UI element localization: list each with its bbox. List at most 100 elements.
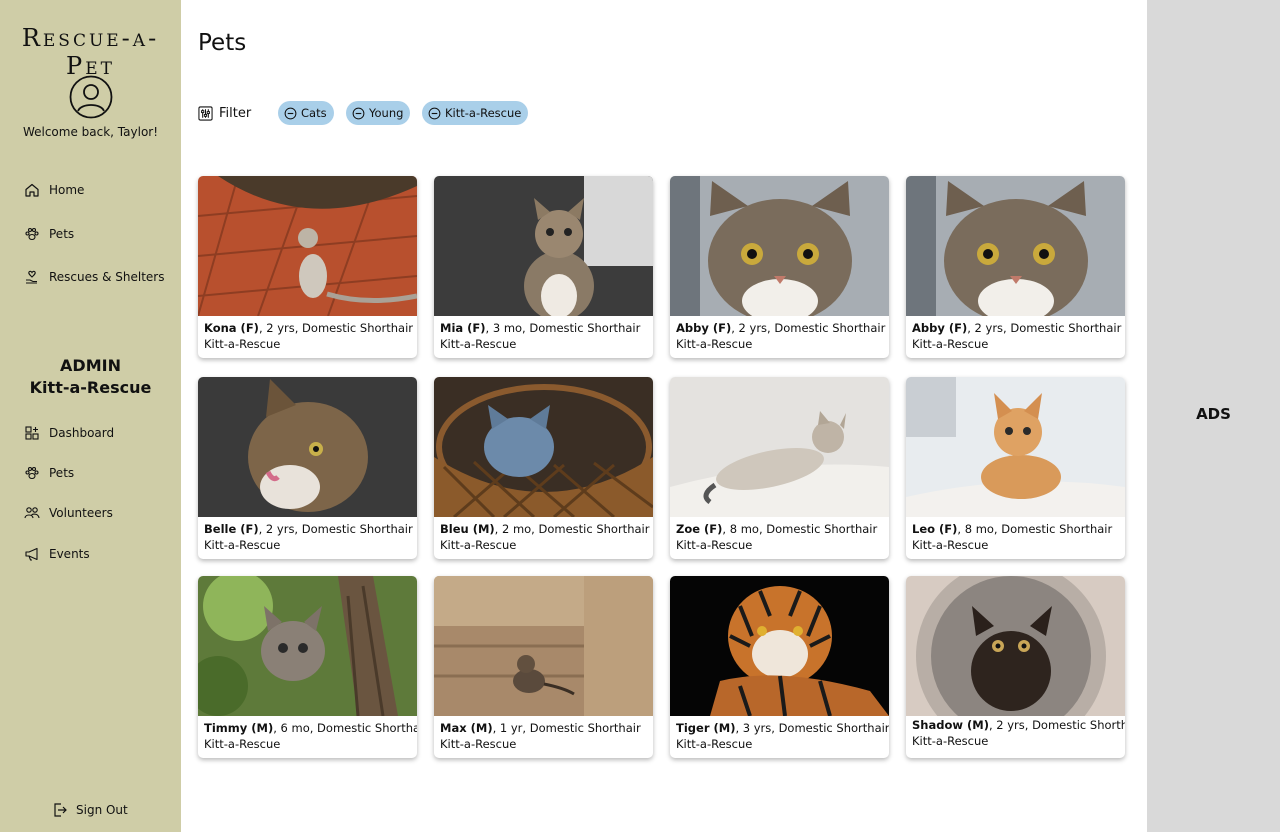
ads-label: ADS [1196, 405, 1231, 423]
pet-photo [906, 176, 1125, 316]
sign-out-label: Sign Out [76, 803, 128, 817]
pet-rescue: Kitt-a-Rescue [440, 737, 517, 751]
pet-card[interactable]: Bleu (M), 2 mo, Domestic Shorthair Kitt-… [434, 377, 653, 559]
page-title: Pets [198, 30, 247, 56]
user-avatar-icon[interactable] [69, 75, 113, 119]
remove-circle-icon[interactable] [428, 107, 441, 120]
pet-photo [434, 377, 653, 517]
pet-details: , 3 yrs, Domestic Shorthair [735, 721, 889, 735]
pet-name: Shadow (M) [912, 718, 989, 732]
filter-chip-young[interactable]: Young [346, 101, 411, 125]
pet-details: , 2 mo, Domestic Shorthair [494, 522, 650, 536]
pet-name: Mia (F) [440, 321, 486, 335]
remove-circle-icon[interactable] [284, 107, 297, 120]
pet-rescue: Kitt-a-Rescue [676, 737, 753, 751]
pet-details: , 1 yr, Domestic Shorthair [492, 721, 641, 735]
ads-panel: ADS [1147, 0, 1280, 832]
home-icon [25, 183, 39, 197]
pet-rescue: Kitt-a-Rescue [912, 734, 989, 748]
pet-details: , 2 yrs, Domestic Shorthair [988, 718, 1125, 732]
sliders-icon [198, 105, 213, 121]
pet-rescue: Kitt-a-Rescue [676, 538, 753, 552]
pet-name: Tiger (M) [676, 721, 736, 735]
pet-details: , 2 yrs, Domestic Shorthair [967, 321, 1122, 335]
pet-details: , 6 mo, Domestic Shorthair [273, 721, 417, 735]
pet-card[interactable]: Leo (F), 8 mo, Domestic Shorthair Kitt-a… [906, 377, 1125, 559]
pet-name: Abby (F) [676, 321, 732, 335]
admin-nav-events[interactable]: Events [24, 544, 90, 564]
nav-rescues-shelters[interactable]: Rescues & Shelters [24, 267, 164, 287]
admin-nav-dashboard-label: Dashboard [49, 426, 115, 440]
filter-chip-label: Kitt-a-Rescue [445, 106, 522, 120]
filter-chip-cats[interactable]: Cats [278, 101, 334, 125]
pet-rescue: Kitt-a-Rescue [912, 337, 989, 351]
pet-name: Leo (F) [912, 522, 958, 536]
admin-section-header: ADMIN Kitt-a-Rescue [0, 355, 181, 399]
pet-name: Belle (F) [204, 522, 259, 536]
pet-details: , 2 yrs, Domestic Shorthair [258, 321, 414, 335]
nav-rescues-label: Rescues & Shelters [49, 270, 165, 284]
pet-card[interactable]: Belle (F), 2 yrs, Domestic Shorthair Kit… [198, 377, 417, 559]
pet-name: Timmy (M) [204, 721, 274, 735]
admin-nav-pets[interactable]: Pets [24, 463, 74, 483]
admin-title: ADMIN [60, 356, 121, 375]
filter-chip-kitt-a-rescue[interactable]: Kitt-a-Rescue [422, 101, 529, 125]
pet-photo [906, 377, 1125, 517]
pet-rescue: Kitt-a-Rescue [204, 538, 281, 552]
pet-photo [434, 176, 653, 316]
admin-nav-pets-label: Pets [49, 466, 75, 480]
paw-icon [25, 466, 39, 480]
pet-card[interactable]: Zoe (F), 8 mo, Domestic Shorthair Kitt-a… [670, 377, 889, 559]
pet-photo [198, 576, 417, 716]
pet-name: Max (M) [440, 721, 493, 735]
filter-label: Filter [219, 105, 252, 121]
admin-org-name: Kitt-a-Rescue [29, 378, 152, 397]
pet-name: Abby (F) [912, 321, 968, 335]
pet-rescue: Kitt-a-Rescue [204, 737, 281, 751]
filter-button[interactable]: Filter [198, 103, 251, 123]
pet-rescue: Kitt-a-Rescue [440, 337, 517, 351]
sidebar: Rescue-a-Pet Welcome back, Taylor! Home … [0, 0, 181, 832]
pet-details: , 2 yrs, Domestic Shorthair [258, 522, 413, 536]
nav-home[interactable]: Home [24, 180, 84, 200]
paw-icon [25, 227, 39, 241]
pet-card[interactable]: Shadow (M), 2 yrs, Domestic Shorthair Ki… [906, 576, 1125, 758]
filter-chip-label: Cats [301, 106, 327, 120]
pet-rescue: Kitt-a-Rescue [204, 337, 281, 351]
pet-photo [670, 576, 889, 716]
remove-circle-icon[interactable] [352, 107, 365, 120]
sign-out-icon [54, 803, 67, 817]
pet-rescue: Kitt-a-Rescue [440, 538, 517, 552]
pet-card[interactable]: Mia (F), 3 mo, Domestic Shorthair Kitt-a… [434, 176, 653, 358]
pet-card[interactable]: Abby (F), 2 yrs, Domestic Shorthair Kitt… [906, 176, 1125, 358]
dashboard-icon [25, 426, 39, 440]
pet-details: , 3 mo, Domestic Shorthair [485, 321, 641, 335]
pet-name: Bleu (M) [440, 522, 495, 536]
pet-card[interactable]: Abby (F), 2 yrs, Domestic Shorthair Kitt… [670, 176, 889, 358]
megaphone-icon [25, 547, 38, 561]
pet-name: Kona (F) [204, 321, 259, 335]
pet-name: Zoe (F) [676, 522, 723, 536]
welcome-message: Welcome back, Taylor! [22, 125, 159, 139]
people-icon [24, 507, 40, 519]
pet-card[interactable]: Kona (F), 2 yrs, Domestic Shorthair Kitt… [198, 176, 417, 358]
admin-nav-dashboard[interactable]: Dashboard [24, 423, 114, 443]
pet-card[interactable]: Tiger (M), 3 yrs, Domestic Shorthair Kit… [670, 576, 889, 758]
pet-rescue: Kitt-a-Rescue [676, 337, 753, 351]
pet-card[interactable]: Timmy (M), 6 mo, Domestic Shorthair Kitt… [198, 576, 417, 758]
pet-photo [906, 576, 1125, 716]
app-logo[interactable]: Rescue-a-Pet [0, 24, 181, 80]
admin-nav-volunteers[interactable]: Volunteers [24, 503, 113, 523]
admin-nav-events-label: Events [49, 547, 90, 561]
pet-card[interactable]: Max (M), 1 yr, Domestic Shorthair Kitt-a… [434, 576, 653, 758]
pet-details: , 2 yrs, Domestic Shorthair [731, 321, 886, 335]
pet-rescue: Kitt-a-Rescue [912, 538, 989, 552]
nav-pets-label: Pets [49, 227, 75, 241]
pet-details: , 8 mo, Domestic Shorthair [722, 522, 878, 536]
nav-home-label: Home [49, 183, 85, 197]
heart-hand-icon [26, 270, 37, 284]
sign-out-button[interactable]: Sign Out [52, 800, 128, 820]
nav-pets[interactable]: Pets [24, 224, 74, 244]
pet-photo [198, 377, 417, 517]
admin-nav-volunteers-label: Volunteers [49, 506, 113, 520]
